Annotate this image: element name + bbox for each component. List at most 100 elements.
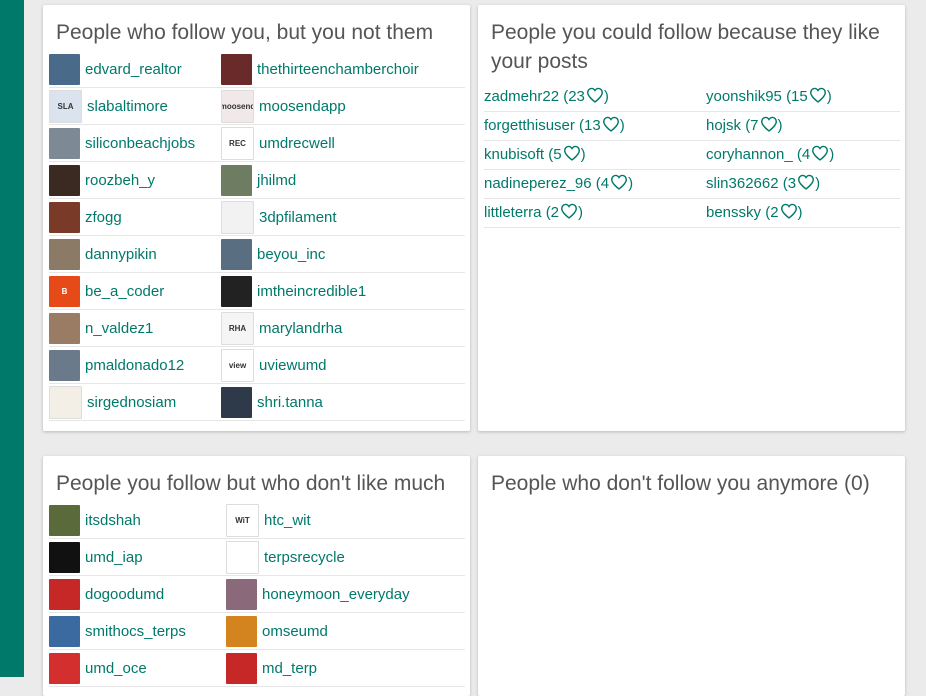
username-link[interactable]: moosendapp <box>259 98 346 115</box>
avatar[interactable] <box>49 312 80 344</box>
username-link[interactable]: umd_iap <box>85 549 143 566</box>
avatar[interactable] <box>221 200 254 234</box>
avatar[interactable] <box>226 578 257 610</box>
username-link[interactable]: edvard_realtor <box>85 61 182 78</box>
user-item[interactable]: WiT htc_wit <box>226 502 465 539</box>
user-item[interactable]: SLA slabaltimore <box>49 88 221 125</box>
username-link[interactable]: n_valdez1 <box>85 320 153 337</box>
username-link[interactable]: umdrecwell <box>259 135 335 152</box>
username-link[interactable]: be_a_coder <box>85 283 164 300</box>
user-item[interactable]: n_valdez1 <box>49 310 221 347</box>
liker-item[interactable]: hojsk (7) <box>706 112 900 141</box>
avatar[interactable] <box>49 578 80 610</box>
user-item[interactable]: terpsrecycle <box>226 539 465 576</box>
user-item[interactable]: honeymoon_everyday <box>226 576 465 613</box>
username-link[interactable]: dogoodumd <box>85 586 164 603</box>
avatar[interactable] <box>49 349 80 381</box>
avatar[interactable] <box>49 238 80 270</box>
username-link[interactable]: siliconbeachjobs <box>85 135 195 152</box>
avatar[interactable] <box>221 238 252 270</box>
user-item[interactable]: REC umdrecwell <box>221 125 465 162</box>
avatar[interactable] <box>49 385 82 419</box>
liker-username[interactable]: forgetthisuser <box>484 117 579 134</box>
user-item[interactable]: sirgednosiam <box>49 384 221 421</box>
username-link[interactable]: md_terp <box>262 660 317 677</box>
avatar[interactable]: SLA <box>49 89 82 123</box>
username-link[interactable]: dannypikin <box>85 246 157 263</box>
liker-item[interactable]: knubisoft (5) <box>484 141 706 170</box>
username-link[interactable]: zfogg <box>85 209 122 226</box>
avatar[interactable] <box>226 652 257 684</box>
user-item[interactable]: jhilmd <box>221 162 465 199</box>
avatar[interactable] <box>49 201 80 233</box>
user-item[interactable]: view uviewumd <box>221 347 465 384</box>
user-item[interactable]: edvard_realtor <box>49 51 221 88</box>
avatar[interactable] <box>49 53 80 85</box>
user-item[interactable]: beyou_inc <box>221 236 465 273</box>
liker-item[interactable]: forgetthisuser (13) <box>484 112 706 141</box>
username-link[interactable]: omseumd <box>262 623 328 640</box>
user-item[interactable]: md_terp <box>226 650 465 687</box>
user-item[interactable]: umd_iap <box>49 539 226 576</box>
username-link[interactable]: thethirteenchamberchoir <box>257 61 419 78</box>
liker-item[interactable]: benssky (2) <box>706 199 900 228</box>
user-item[interactable]: siliconbeachjobs <box>49 125 221 162</box>
user-item[interactable]: pmaldonado12 <box>49 347 221 384</box>
username-link[interactable]: pmaldonado12 <box>85 357 184 374</box>
avatar[interactable] <box>49 164 80 196</box>
liker-username[interactable]: yoonshik95 <box>706 88 786 105</box>
avatar[interactable] <box>221 386 252 418</box>
liker-item[interactable]: coryhannon_ (4) <box>706 141 900 170</box>
user-item[interactable]: shri.tanna <box>221 384 465 421</box>
username-link[interactable]: marylandrha <box>259 320 342 337</box>
user-item[interactable]: smithocs_terps <box>49 613 226 650</box>
avatar[interactable]: B <box>49 275 80 307</box>
username-link[interactable]: honeymoon_everyday <box>262 586 410 603</box>
username-link[interactable]: smithocs_terps <box>85 623 186 640</box>
avatar[interactable] <box>226 540 259 574</box>
liker-username[interactable]: littleterra <box>484 204 546 221</box>
liker-item[interactable]: zadmehr22 (23) <box>484 83 706 112</box>
liker-item[interactable]: slin362662 (3) <box>706 170 900 199</box>
avatar[interactable] <box>221 164 252 196</box>
avatar[interactable]: view <box>221 348 254 382</box>
avatar[interactable] <box>49 504 80 536</box>
liker-username[interactable]: knubisoft <box>484 146 548 163</box>
avatar[interactable] <box>221 53 252 85</box>
username-link[interactable]: uviewumd <box>259 357 327 374</box>
liker-username[interactable]: zadmehr22 <box>484 88 563 105</box>
avatar[interactable]: RHA <box>221 311 254 345</box>
avatar[interactable] <box>49 541 80 573</box>
user-item[interactable]: moosend moosendapp <box>221 88 465 125</box>
liker-item[interactable]: nadineperez_96 (4) <box>484 170 706 199</box>
user-item[interactable]: RHA marylandrha <box>221 310 465 347</box>
username-link[interactable]: htc_wit <box>264 512 311 529</box>
liker-item[interactable]: yoonshik95 (15) <box>706 83 900 112</box>
user-item[interactable]: umd_oce <box>49 650 226 687</box>
user-item[interactable]: 3dpfilament <box>221 199 465 236</box>
user-item[interactable]: dannypikin <box>49 236 221 273</box>
liker-username[interactable]: nadineperez_96 <box>484 175 596 192</box>
username-link[interactable]: umd_oce <box>85 660 147 677</box>
avatar[interactable]: WiT <box>226 503 259 537</box>
avatar[interactable] <box>226 615 257 647</box>
liker-username[interactable]: hojsk <box>706 117 745 134</box>
avatar[interactable] <box>49 127 80 159</box>
liker-username[interactable]: slin362662 <box>706 175 783 192</box>
username-link[interactable]: beyou_inc <box>257 246 325 263</box>
user-item[interactable]: Bbe_a_coder <box>49 273 221 310</box>
user-item[interactable]: itsdshah <box>49 502 226 539</box>
username-link[interactable]: imtheincredible1 <box>257 283 366 300</box>
avatar[interactable] <box>49 615 80 647</box>
user-item[interactable]: roozbeh_y <box>49 162 221 199</box>
username-link[interactable]: itsdshah <box>85 512 141 529</box>
username-link[interactable]: shri.tanna <box>257 394 323 411</box>
user-item[interactable]: dogoodumd <box>49 576 226 613</box>
liker-item[interactable]: littleterra (2) <box>484 199 706 228</box>
username-link[interactable]: roozbeh_y <box>85 172 155 189</box>
avatar[interactable]: REC <box>221 126 254 160</box>
username-link[interactable]: sirgednosiam <box>87 394 176 411</box>
liker-username[interactable]: benssky <box>706 204 765 221</box>
user-item[interactable]: imtheincredible1 <box>221 273 465 310</box>
username-link[interactable]: slabaltimore <box>87 98 168 115</box>
